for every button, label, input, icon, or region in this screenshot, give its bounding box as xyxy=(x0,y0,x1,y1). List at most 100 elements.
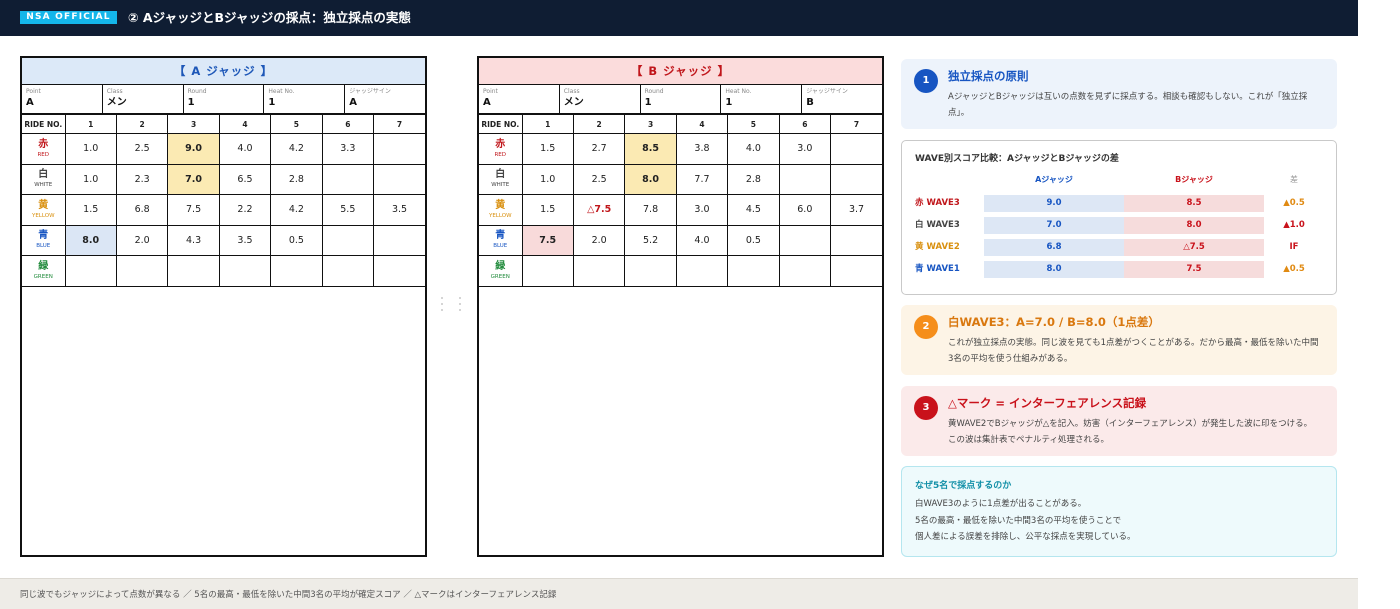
score-cell xyxy=(373,255,425,287)
info-value: 1 xyxy=(725,97,733,108)
ride-no-header: RIDE NO. xyxy=(22,114,66,134)
info-label: ジャッジサイン xyxy=(806,88,848,95)
score-cell xyxy=(270,255,323,287)
info-value: メン xyxy=(563,97,584,108)
info-value: メン xyxy=(106,97,127,108)
sheet-title: 【 A ジャッジ 】 xyxy=(22,58,425,85)
score-cell: 7.0 xyxy=(167,163,220,195)
score-cell: 3.8 xyxy=(675,133,729,165)
note-body: 白WAVE3のように1点差が出ることがある。 5名の最高・最低を除いた中間3名の… xyxy=(915,496,1136,546)
rider-row: 黄 YELLOW 1.5 6.8 7.5 2.2 4.2 5.5 3.5 xyxy=(22,194,425,226)
rider-label: 緑 GREEN xyxy=(479,255,523,287)
rider-color-kanji: 緑 xyxy=(495,260,506,272)
compare-diff: ▲0.5 xyxy=(1283,264,1305,274)
rider-row: 緑 GREEN xyxy=(22,255,425,287)
official-badge: NSA OFFICIAL xyxy=(20,11,117,24)
rider-row: 青 BLUE 8.0 2.0 4.3 3.5 0.5 xyxy=(22,224,425,256)
rider-label: 白 WHITE xyxy=(479,163,523,195)
score-cell: 1.5 xyxy=(64,194,117,226)
compare-title: WAVE別スコア比較：AジャッジとBジャッジの差 xyxy=(915,154,1119,164)
footer-bar: 同じ波でもジャッジによって点数が異なる ／ 5名の最高・最低を除いた中間3名の平… xyxy=(0,578,1358,609)
score-cell xyxy=(373,133,425,165)
score-cell: 2.8 xyxy=(727,163,780,195)
page-title: ② AジャッジとBジャッジの採点：独立採点の実態 xyxy=(128,10,411,25)
compare-diff: ▲0.5 xyxy=(1283,198,1305,208)
rider-color-kanji: 青 xyxy=(495,230,506,242)
info-label: Round xyxy=(644,88,664,95)
compare-wave-label: 白 WAVE3 xyxy=(915,220,960,230)
score-cell: 3.5 xyxy=(218,224,272,256)
score-cell: 7.7 xyxy=(675,163,729,195)
compare-row: 赤 WAVE3 9.0 8.5 ▲0.5 xyxy=(902,195,1338,212)
score-cell: 2.7 xyxy=(572,133,626,165)
score-cell: 6.5 xyxy=(218,163,272,195)
score-cell: 1.5 xyxy=(521,194,574,226)
rider-row: 白 WHITE 1.0 2.3 7.0 6.5 2.8 xyxy=(22,163,425,195)
rider-color-english: RED xyxy=(494,151,507,158)
compare-wave-label: 青 WAVE1 xyxy=(915,264,960,274)
interference-card: 3 △マーク = インターフェアレンス記録 黄WAVE2でBジャッジが△を記入。… xyxy=(901,386,1337,456)
ride-column-header: 2 xyxy=(572,114,626,134)
sheet-divider xyxy=(441,297,465,317)
score-cell: 3.3 xyxy=(321,133,375,165)
score-cell xyxy=(675,255,729,287)
rider-row: 緑 GREEN xyxy=(479,255,882,287)
rider-color-english: YELLOW xyxy=(31,212,55,219)
ride-column-header: 3 xyxy=(167,114,220,134)
score-cell: 3.0 xyxy=(778,133,832,165)
score-cell xyxy=(321,163,375,195)
score-cell: 1.5 xyxy=(521,133,574,165)
info-label: Class xyxy=(563,88,580,95)
compare-score-a: 9.0 xyxy=(984,195,1124,212)
score-cell xyxy=(778,163,832,195)
rider-color-english: WHITE xyxy=(34,182,53,189)
score-cell xyxy=(830,255,882,287)
info-point: Point A xyxy=(22,85,103,113)
score-cell xyxy=(64,255,117,287)
info-label: ジャッジサイン xyxy=(349,88,391,95)
card-body: AジャッジとBジャッジは互いの点数を見ずに採点する。相談も確認もしない。これが「… xyxy=(948,92,1308,118)
info-round: Round 1 xyxy=(184,85,265,113)
score-cell: 1.0 xyxy=(64,133,117,165)
ride-column-header: 4 xyxy=(675,114,729,134)
rider-label: 青 BLUE xyxy=(479,224,523,256)
compare-score-a: 7.0 xyxy=(984,217,1124,234)
rider-color-english: YELLOW xyxy=(488,212,512,219)
score-header-row: RIDE NO. 1 2 3 4 5 6 7 xyxy=(479,114,882,134)
compare-score-b: 8.5 xyxy=(1124,195,1264,212)
judge-a-sheet: 【 A ジャッジ 】 Point A Class メン Round 1 Heat No… xyxy=(20,56,427,557)
score-cell: 2.5 xyxy=(115,133,169,165)
card-body: 黄WAVE2でBジャッジが△を記入。妨害（インターフェアレンス）が発生した波に印… xyxy=(948,419,1313,445)
sheet-title: 【 B ジャッジ 】 xyxy=(479,58,882,85)
info-value: A xyxy=(26,97,34,108)
rider-row: 白 WHITE 1.0 2.5 8.0 7.7 2.8 xyxy=(479,163,882,195)
ride-column-header: 1 xyxy=(64,114,117,134)
score-cell: 4.5 xyxy=(727,194,780,226)
score-cell xyxy=(373,224,425,256)
score-cell: 5.5 xyxy=(321,194,375,226)
rider-row: 黄 YELLOW 1.5 △7.5 7.8 3.0 4.5 6.0 3.7 xyxy=(479,194,882,226)
rider-color-english: GREEN xyxy=(490,273,510,280)
ride-column-header: 4 xyxy=(218,114,272,134)
score-cell: 2.8 xyxy=(270,163,323,195)
note-line: 5名の最高・最低を除いた中間3名の平均を使うことで xyxy=(915,515,1122,526)
score-cell: 3.7 xyxy=(830,194,882,226)
score-cell xyxy=(624,255,677,287)
score-header-row: RIDE NO. 1 2 3 4 5 6 7 xyxy=(22,114,425,134)
score-cell xyxy=(167,255,220,287)
rider-color-kanji: 白 xyxy=(495,169,506,181)
rider-color-kanji: 赤 xyxy=(495,138,506,150)
wave-compare-panel: WAVE別スコア比較：AジャッジとBジャッジの差 Aジャッジ Bジャッジ 差 赤… xyxy=(901,140,1337,295)
compare-head-a: Aジャッジ xyxy=(1035,175,1073,184)
score-cell xyxy=(218,255,272,287)
info-class: Class メン xyxy=(560,85,641,113)
score-cell: 8.5 xyxy=(624,133,677,165)
score-cell xyxy=(727,255,780,287)
rider-label: 黄 YELLOW xyxy=(479,194,523,226)
score-cell: 9.0 xyxy=(167,133,220,165)
score-cell xyxy=(778,255,832,287)
compare-diff: ▲1.0 xyxy=(1283,220,1305,230)
footer-text: 同じ波でもジャッジによって点数が異なる ／ 5名の最高・最低を除いた中間3名の平… xyxy=(20,590,557,600)
score-cell: 2.5 xyxy=(572,163,626,195)
info-label: Round xyxy=(187,88,207,95)
